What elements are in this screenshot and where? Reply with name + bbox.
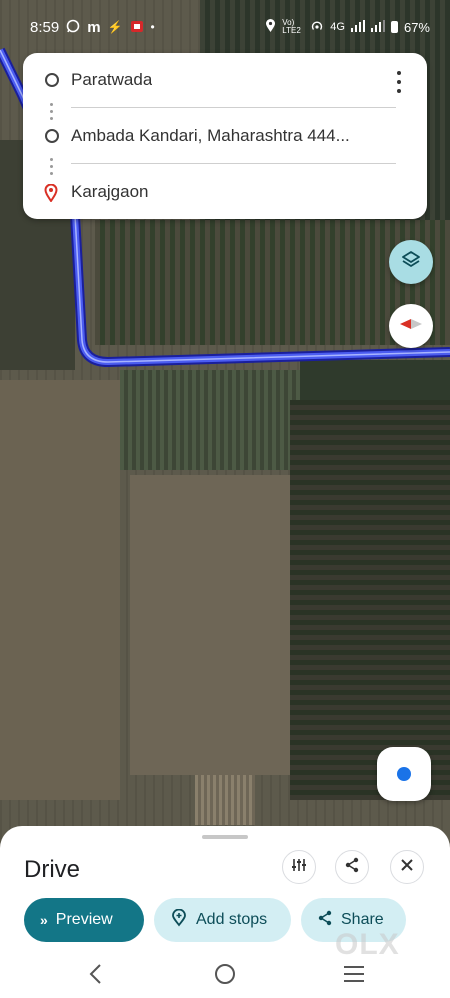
- preview-label: Preview: [55, 911, 113, 928]
- status-time: 8:59: [30, 18, 60, 36]
- layers-button[interactable]: [389, 240, 433, 284]
- stop-label: Karajgaon: [71, 182, 149, 201]
- directions-card: Paratwada Ambada Kandari, Maharashtra 44…: [23, 53, 427, 219]
- close-icon: [400, 858, 414, 877]
- my-location-button[interactable]: [377, 747, 431, 801]
- hotspot-icon: [310, 19, 324, 36]
- compass-icon: [399, 317, 423, 336]
- stop-waypoint[interactable]: Ambada Kandari, Maharashtra 444...: [23, 114, 393, 158]
- whatsapp-icon: [66, 19, 80, 36]
- preview-button[interactable]: » Preview: [24, 898, 144, 942]
- divider: [71, 163, 396, 164]
- add-location-icon: [170, 908, 188, 932]
- circle-icon: [45, 73, 59, 87]
- circle-icon: [45, 129, 59, 143]
- tune-icon: [290, 857, 308, 878]
- home-icon[interactable]: [215, 964, 235, 984]
- share-icon: [317, 910, 333, 931]
- layers-icon: [400, 249, 422, 276]
- volte-icon: Vo) LTE2: [282, 18, 301, 35]
- signal-icon: [350, 19, 365, 35]
- battery-icon: [390, 21, 398, 33]
- more-vert-icon[interactable]: [389, 71, 409, 93]
- double-chevron-icon: »: [40, 912, 48, 928]
- add-stops-label: Add stops: [196, 911, 268, 928]
- close-button[interactable]: [390, 850, 424, 884]
- pin-icon: [44, 183, 58, 203]
- options-button[interactable]: [282, 850, 316, 884]
- divider: [71, 107, 396, 108]
- share-icon: [344, 857, 360, 878]
- back-icon[interactable]: [86, 962, 106, 986]
- stop-label: Ambada Kandari, Maharashtra 444...: [71, 126, 350, 145]
- share-label: Share: [341, 911, 384, 928]
- compass-button[interactable]: [389, 304, 433, 348]
- system-nav-bar: [0, 950, 450, 998]
- add-stops-button[interactable]: Add stops: [154, 898, 291, 942]
- network-label: 4G: [330, 21, 345, 33]
- stop-label: Paratwada: [71, 70, 153, 89]
- status-bar: 8:59 m ⚡ • Vo) LTE2 4G 67%: [0, 0, 450, 54]
- share-route-button[interactable]: [335, 850, 369, 884]
- dot-icon: •: [150, 20, 155, 34]
- location-icon: [265, 18, 276, 36]
- my-location-icon: [397, 767, 411, 781]
- battery-label: 67%: [403, 19, 430, 35]
- mode-title: Drive: [24, 856, 81, 883]
- stop-destination[interactable]: Karajgaon: [23, 170, 393, 214]
- lightning-icon: ⚡: [107, 20, 123, 34]
- shop-icon: [130, 19, 144, 36]
- signal-icon: [370, 19, 385, 35]
- m-app-icon: m: [87, 18, 101, 36]
- stop-origin[interactable]: Paratwada: [23, 58, 393, 102]
- drag-handle[interactable]: [202, 835, 248, 839]
- recents-icon[interactable]: [344, 966, 364, 982]
